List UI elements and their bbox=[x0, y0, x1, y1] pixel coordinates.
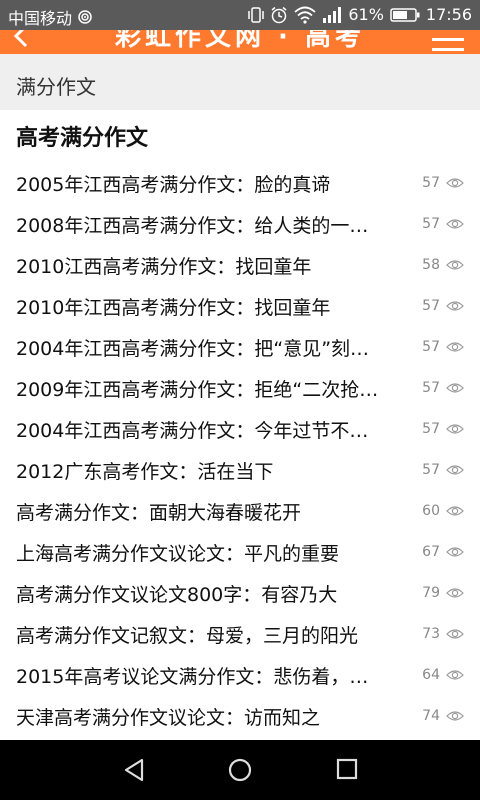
article-title[interactable]: 2004年江西高考满分作文：把“意见”刻… bbox=[16, 334, 400, 361]
article-title[interactable]: 2015年高考议论文满分作文：悲伤着，… bbox=[16, 662, 400, 689]
alarm-icon bbox=[271, 6, 287, 23]
list-item[interactable]: 天津高考满分作文议论文：访而知之 74 bbox=[0, 695, 480, 736]
list-item[interactable]: 2009年江西高考满分作文：拒绝“二次抢… 57 bbox=[0, 367, 480, 408]
recents-square-icon[interactable] bbox=[336, 758, 358, 780]
eye-icon bbox=[446, 588, 464, 598]
wifi-icon bbox=[294, 6, 316, 24]
eye-icon bbox=[446, 424, 464, 434]
signal-icon bbox=[323, 6, 342, 23]
article-title[interactable]: 2005年江西高考满分作文：脸的真谛 bbox=[16, 170, 400, 197]
eye-icon bbox=[446, 711, 464, 721]
list-item[interactable]: 2015年高考议论文满分作文：悲伤着，… 64 bbox=[0, 654, 480, 695]
view-count: 74 bbox=[422, 708, 440, 724]
view-count: 57 bbox=[422, 216, 440, 232]
article-title[interactable]: 2008年江西高考满分作文：给人类的一… bbox=[16, 211, 400, 238]
article-title[interactable]: 2009年江西高考满分作文：拒绝“二次抢… bbox=[16, 375, 400, 402]
hotspot-icon bbox=[78, 10, 92, 24]
breadcrumb-label: 满分作文 bbox=[16, 75, 96, 99]
breadcrumb: 满分作文 bbox=[0, 54, 480, 110]
article-title[interactable]: 2004年江西高考满分作文：今年过节不… bbox=[16, 416, 400, 443]
eye-icon bbox=[446, 506, 464, 516]
list-item[interactable]: 2004年江西高考满分作文：今年过节不… 57 bbox=[0, 408, 480, 449]
menu-icon[interactable] bbox=[432, 38, 464, 54]
list-item[interactable]: 上海高考满分作文议论文：平凡的重要 67 bbox=[0, 531, 480, 572]
eye-icon bbox=[446, 219, 464, 229]
list-item[interactable]: 2004年江西高考满分作文：把“意见”刻… 57 bbox=[0, 326, 480, 367]
view-count: 64 bbox=[422, 667, 440, 683]
eye-icon bbox=[446, 178, 464, 188]
section-title: 高考满分作文 bbox=[16, 126, 149, 151]
article-title[interactable]: 2010年江西高考满分作文：找回童年 bbox=[16, 293, 400, 320]
battery-icon bbox=[390, 7, 420, 22]
view-count: 58 bbox=[422, 257, 440, 273]
eye-icon bbox=[446, 383, 464, 393]
list-item[interactable]: 2008年江西高考满分作文：给人类的一… 57 bbox=[0, 203, 480, 244]
view-count: 67 bbox=[422, 544, 440, 560]
list-item[interactable]: 2012广东高考作文：活在当下 57 bbox=[0, 449, 480, 490]
article-title[interactable]: 高考满分作文议论文800字：有容乃大 bbox=[16, 580, 400, 607]
view-count: 57 bbox=[422, 298, 440, 314]
list-item[interactable]: 高考满分作文议论文800字：有容乃大 79 bbox=[0, 572, 480, 613]
eye-icon bbox=[446, 301, 464, 311]
list-item[interactable]: 2010江西高考满分作文：找回童年 58 bbox=[0, 244, 480, 285]
article-title[interactable]: 2010江西高考满分作文：找回童年 bbox=[16, 252, 400, 279]
eye-icon bbox=[446, 547, 464, 557]
list-item[interactable]: 高考满分作文记叙文：母爱，三月的阳光 73 bbox=[0, 613, 480, 654]
eye-icon bbox=[446, 670, 464, 680]
view-count: 57 bbox=[422, 462, 440, 478]
eye-icon bbox=[446, 629, 464, 639]
article-list: 2005年江西高考满分作文：脸的真谛 57 2008年江西高考满分作文：给人类的… bbox=[0, 162, 480, 736]
eye-icon bbox=[446, 342, 464, 352]
article-title[interactable]: 高考满分作文：面朝大海春暖花开 bbox=[16, 498, 400, 525]
clock: 17:56 bbox=[425, 5, 472, 24]
list-item[interactable]: 高考满分作文：面朝大海春暖花开 60 bbox=[0, 490, 480, 531]
list-item[interactable]: 2005年江西高考满分作文：脸的真谛 57 bbox=[0, 162, 480, 203]
list-item[interactable]: 2010年江西高考满分作文：找回童年 57 bbox=[0, 285, 480, 326]
view-count: 79 bbox=[422, 585, 440, 601]
status-bar: 中国移动 61% 17:56 bbox=[0, 0, 480, 30]
article-title[interactable]: 2012广东高考作文：活在当下 bbox=[16, 457, 400, 484]
back-triangle-icon[interactable] bbox=[122, 758, 146, 782]
article-title[interactable]: 天津高考满分作文议论文：访而知之 bbox=[16, 703, 400, 730]
home-circle-icon[interactable] bbox=[228, 758, 252, 782]
vibrate-icon bbox=[248, 6, 265, 23]
article-title[interactable]: 上海高考满分作文议论文：平凡的重要 bbox=[16, 539, 400, 566]
eye-icon bbox=[446, 465, 464, 475]
view-count: 73 bbox=[422, 626, 440, 642]
view-count: 57 bbox=[422, 421, 440, 437]
view-count: 57 bbox=[422, 175, 440, 191]
carrier-label: 中国移动 bbox=[8, 9, 73, 28]
page-title: 彩虹作文网 · 高考 bbox=[115, 30, 365, 52]
eye-icon bbox=[446, 260, 464, 270]
view-count: 57 bbox=[422, 380, 440, 396]
system-nav-bar bbox=[0, 740, 480, 800]
view-count: 57 bbox=[422, 339, 440, 355]
battery-percent: 61% bbox=[348, 5, 384, 24]
view-count: 60 bbox=[422, 503, 440, 519]
article-title[interactable]: 高考满分作文记叙文：母爱，三月的阳光 bbox=[16, 621, 400, 648]
title-bar: 彩虹作文网 · 高考 bbox=[0, 30, 480, 54]
